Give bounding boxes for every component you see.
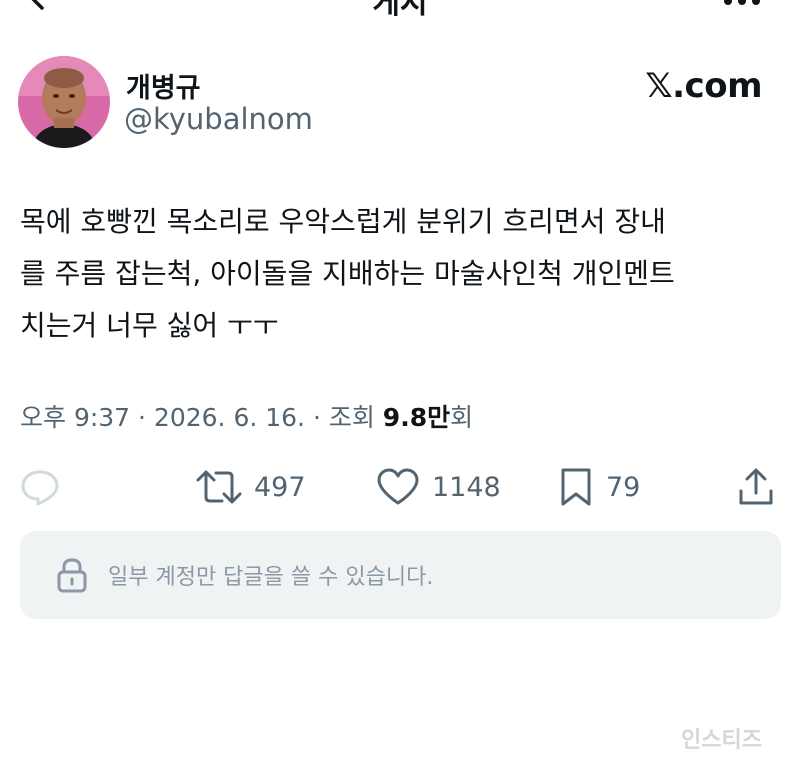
tweet-line: 목에 호빵낀 목소리로 우악스럽게 분위기 흐리면서 장내 [20,205,666,238]
x-logo: 𝕏.com [645,66,762,106]
view-count: 9.8만 [382,403,451,432]
tweet-line: 치는거 너무 싫어 ㅜㅜ [20,309,279,342]
share-button[interactable] [738,460,774,514]
action-bar: 497 1148 79 [0,460,800,514]
watermark: 인스티즈 [681,728,762,753]
retweet-icon [196,470,242,504]
tweet-text: 목에 호빵낀 목소리로 우악스럽게 분위기 흐리면서 장내 를 주름 잡는척, … [20,196,790,352]
reply-icon [21,470,59,506]
like-button[interactable]: 1148 [376,460,501,514]
retweet-count: 497 [254,471,306,503]
retweet-button[interactable]: 497 [196,460,306,514]
author-display-name[interactable]: 개병규 [126,66,201,105]
bookmark-icon [561,468,591,506]
avatar[interactable] [18,56,110,148]
reply-restriction-notice: 일부 계정만 답글을 쓸 수 있습니다. [20,531,781,619]
top-navigation-bar: 게시 [0,0,800,20]
author-handle[interactable]: @kyubalnom [124,102,313,136]
lock-icon [57,558,87,593]
share-icon [739,468,773,505]
bookmark-button[interactable]: 79 [558,460,640,514]
more-options-icon[interactable] [724,0,766,9]
reply-restriction-text: 일부 계정만 답글을 쓸 수 있습니다. [108,565,434,590]
page-title: 게시 [372,0,428,20]
reply-button[interactable] [20,460,60,514]
tweet-line: 를 주름 잡는척, 아이돌을 지배하는 마술사인척 개인멘트 [20,257,675,290]
view-count-suffix: 회 [450,403,474,432]
like-count: 1148 [432,471,501,503]
heart-icon [377,468,419,505]
tweet-timestamp[interactable]: 오후 9:37 · 2026. 6. 16. · 조회 [20,403,383,432]
bookmark-count: 79 [606,471,641,503]
tweet-metadata: 오후 9:37 · 2026. 6. 16. · 조회 9.8만회 [20,398,473,434]
